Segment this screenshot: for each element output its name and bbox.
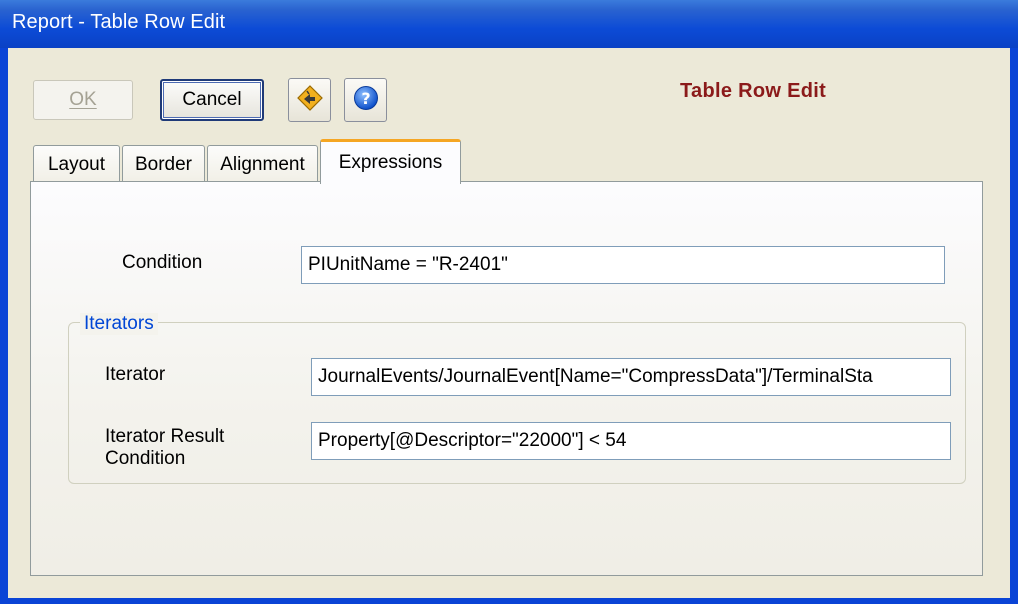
iterator-result-input[interactable]: Property[@Descriptor="22000"] < 54 [311, 422, 951, 460]
tab-label: Border [134, 153, 193, 175]
help-button[interactable]: ? [344, 78, 387, 122]
cancel-button-label: Cancel [182, 89, 242, 110]
window-title: Report - Table Row Edit [12, 11, 226, 33]
page-heading: Table Row Edit [680, 80, 827, 102]
iterator-input[interactable]: JournalEvents/JournalEvent[Name="Compres… [311, 358, 951, 396]
ok-button[interactable]: OK [33, 80, 133, 120]
tab-expressions[interactable]: Expressions [320, 139, 461, 184]
iterators-group-label: Iterators [80, 313, 158, 335]
tag-arrow-button[interactable] [288, 78, 331, 122]
iterator-result-label-line1: Iterator Result [105, 426, 225, 447]
tag-arrow-icon [296, 84, 323, 116]
tab-label: Expressions [338, 152, 443, 173]
condition-input[interactable]: PIUnitName = "R-2401" [301, 246, 945, 284]
title-bar[interactable]: Report - Table Row Edit [0, 0, 1018, 48]
tab-label: Alignment [220, 153, 305, 175]
tab-layout[interactable]: Layout [33, 145, 120, 183]
condition-label: Condition [122, 252, 203, 273]
ok-button-label: OK [69, 89, 97, 110]
help-icon: ? [353, 85, 379, 116]
iterator-result-label-line2: Condition [105, 448, 186, 469]
iterator-label: Iterator [105, 364, 166, 385]
cancel-button[interactable]: Cancel [160, 79, 264, 121]
tab-label: Layout [47, 153, 106, 175]
svg-text:?: ? [361, 89, 370, 108]
iterator-result-label: Iterator Result Condition [105, 426, 224, 470]
tab-alignment[interactable]: Alignment [207, 145, 318, 183]
tab-border[interactable]: Border [122, 145, 205, 183]
